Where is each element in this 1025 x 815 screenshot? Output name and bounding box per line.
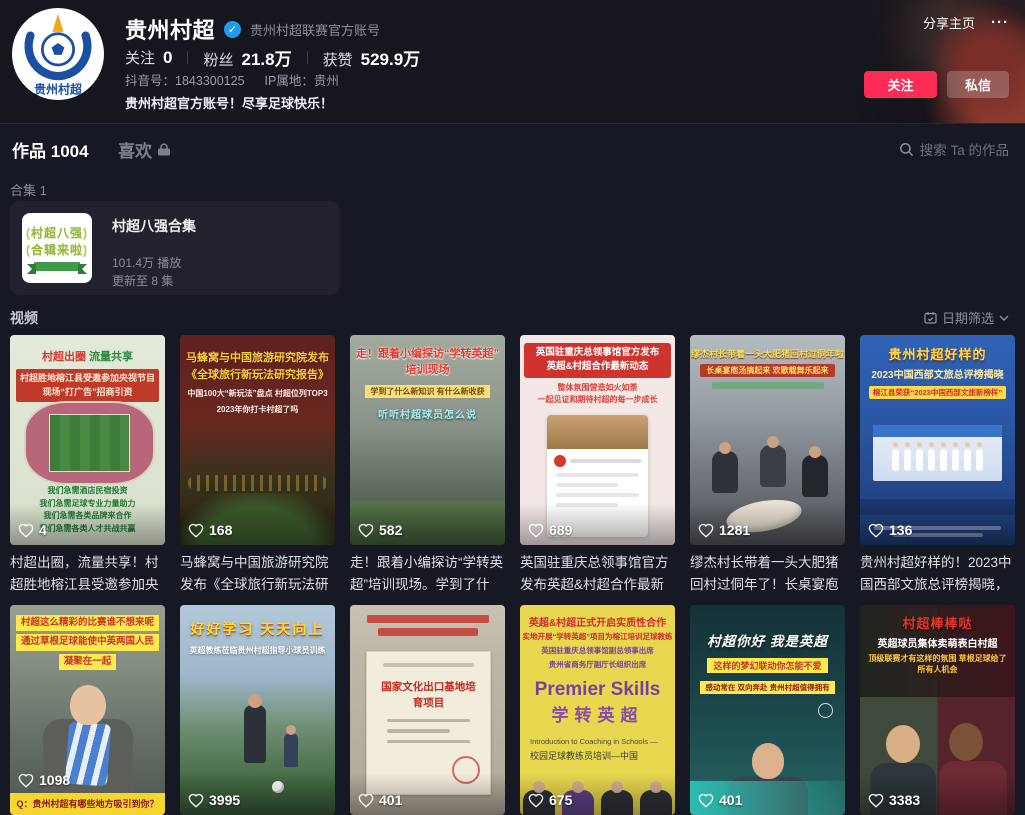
stats-row: 关注0 粉丝21.8万 获赞529.9万 — [125, 45, 420, 70]
video-thumbnail[interactable]: 贵州村超好样的 2023中国西部文旅总评榜揭晓 榕江县荣获“2023中国西部文旅… — [860, 335, 1015, 545]
heart-icon — [18, 523, 34, 538]
heart-icon — [528, 523, 544, 538]
search-icon — [899, 142, 914, 157]
video-card: 国家文化出口基地培育项目 401 — [350, 605, 505, 815]
avatar[interactable]: 贵州村超 — [12, 8, 104, 100]
video-card: 村超你好 我是英超 这样的梦幻联动你怎能不爱 感动常在 双向奔赴 贵州村超值得拥… — [690, 605, 845, 815]
like-count: 401 — [698, 792, 742, 808]
heart-icon — [868, 523, 884, 538]
tab-works[interactable]: 作品 1004 — [12, 137, 89, 162]
video-card: 村超这么精彩的比赛谁不想来呢 通过草根足球能使中英两国人民 凝聚在一起 Q：贵州… — [10, 605, 165, 815]
heart-icon — [698, 523, 714, 538]
stage-shape — [873, 425, 1002, 481]
like-count: 136 — [868, 522, 912, 538]
follow-button[interactable]: 关注 — [864, 71, 937, 98]
video-grid: 村超出圈 流量共享 村超胜地榕江县受邀参加央视节目现场“打广告”招商引资 我们急… — [10, 335, 1015, 815]
like-count: 4 — [18, 522, 47, 538]
video-thumbnail[interactable]: 走！跟着小编探访“学转英超”培训现场 学到了什么新知识 有什么新收获 听听村超球… — [350, 335, 505, 545]
date-filter[interactable]: 日期筛选 — [924, 308, 1009, 327]
collection-episodes: 更新至 8 集 — [112, 272, 173, 289]
video-card: 贵州村超好样的 2023中国西部文旅总评榜揭晓 榕江县荣获“2023中国西部文旅… — [860, 335, 1015, 596]
verified-label: 贵州村超联赛官方账号 — [250, 20, 380, 39]
like-count: 675 — [528, 792, 572, 808]
collection-thumbnail: (村超八强) (合辑来啦) — [22, 213, 92, 283]
video-thumbnail[interactable]: 国家文化出口基地培育项目 401 — [350, 605, 505, 815]
video-thumbnail[interactable]: 英国驻重庆总领事馆官方发布英超&村超合作最新动态 整体氛围营造如火如荼一起见证和… — [520, 335, 675, 545]
like-count: 1098 — [18, 772, 70, 788]
video-card: 马蜂窝与中国旅游研究院发布《全球旅行新玩法研究报告》 中国100大“新玩法”盘点… — [180, 335, 335, 596]
tab-likes[interactable]: 喜欢 — [118, 137, 170, 162]
more-options-button[interactable]: ··· — [991, 14, 1009, 31]
profile-meta: 抖音号：1843300125 IP属地：贵州 — [125, 70, 339, 89]
like-count: 3995 — [188, 792, 240, 808]
douyin-id: 抖音号：1843300125 — [125, 70, 245, 89]
heart-icon — [358, 793, 374, 808]
like-count: 3383 — [868, 792, 920, 808]
heart-icon — [528, 793, 544, 808]
heart-icon — [698, 793, 714, 808]
profile-page: 贵州村超 贵州村超 ✓ 贵州村超联赛官方账号 关注0 粉丝21.8万 获赞529… — [0, 0, 1025, 815]
search-works[interactable]: 搜索 Ta 的作品 — [899, 139, 1009, 159]
collection-title: 村超八强合集 — [112, 216, 196, 236]
heart-icon — [188, 523, 204, 538]
divider — [307, 51, 308, 64]
video-title[interactable]: 马蜂窝与中国旅游研究院发布《全球旅行新玩法研究报告… — [180, 552, 335, 596]
video-card: 英国驻重庆总领事馆官方发布英超&村超合作最新动态 整体氛围营造如火如荼一起见证和… — [520, 335, 675, 596]
thumbnail-art: 村超你好 我是英超 这样的梦幻联动你怎能不爱 感动常在 双向奔赴 贵州村超值得拥… — [690, 605, 845, 815]
header-divider — [0, 123, 1025, 124]
video-thumbnail[interactable]: 缪杰村长带着一头大肥猪回村过侗年啦 长桌宴庖汤搞起来 欢歌载舞乐起来 1281 — [690, 335, 845, 545]
video-title[interactable]: 村超出圈，流量共享！村超胜地榕江县受邀参加央视节目 … — [10, 552, 165, 596]
video-thumbnail[interactable]: 马蜂窝与中国旅游研究院发布《全球旅行新玩法研究报告》 中国100大“新玩法”盘点… — [180, 335, 335, 545]
video-title[interactable]: 英国驻重庆总领事馆官方发布英超&村超合作最新动态如… — [520, 552, 675, 596]
video-thumbnail[interactable]: 村超棒棒哒 英超球员集体卖萌表白村超 顶级联赛才有这样的氛围 草根足球给了所有人… — [860, 605, 1015, 815]
video-card: 英超&村超正式开启实质性合作 实地开展“学转英超”项目为榕江培训足球教练 英国驻… — [520, 605, 675, 815]
chevron-down-icon — [999, 315, 1009, 321]
verified-badge-icon: ✓ — [224, 21, 241, 38]
profile-bio: 贵州村超官方账号！尽享足球快乐！ — [125, 93, 333, 112]
coach-shape — [244, 705, 266, 763]
heart-icon — [18, 773, 34, 788]
like-count: 168 — [188, 522, 232, 538]
video-thumbnail[interactable]: 村超你好 我是英超 这样的梦幻联动你怎能不爱 感动常在 双向奔赴 贵州村超值得拥… — [690, 605, 845, 815]
collection-section-label: 合集 1 — [10, 180, 47, 199]
video-thumbnail[interactable]: 村超这么精彩的比赛谁不想来呢 通过草根足球能使中英两国人民 凝聚在一起 Q：贵州… — [10, 605, 165, 815]
svg-text:贵州村超: 贵州村超 — [34, 82, 83, 97]
video-card: 缪杰村长带着一头大肥猪回村过侗年啦 长桌宴庖汤搞起来 欢歌载舞乐起来 1281 … — [690, 335, 845, 596]
video-card: 村超棒棒哒 英超球员集体卖萌表白村超 顶级联赛才有这样的氛围 草根足球给了所有人… — [860, 605, 1015, 815]
collection-plays: 101.4万 播放 — [112, 254, 181, 271]
profile-name: 贵州村超 — [125, 13, 215, 45]
videos-section-label: 视频 — [10, 308, 38, 328]
like-count: 582 — [358, 522, 402, 538]
premier-league-logo-icon — [818, 703, 833, 718]
video-thumbnail[interactable]: 好好学习 天天向上 英超教练莅临贵州村超指导小球员训练 3995 — [180, 605, 335, 815]
heart-icon — [358, 523, 374, 538]
collection-card[interactable]: (村超八强) (合辑来啦) 村超八强合集 101.4万 播放 更新至 8 集 — [10, 201, 340, 295]
video-title[interactable]: 贵州村超好样的！2023中国西部文旅总评榜揭晓，榕江县… — [860, 552, 1015, 596]
stat-likes: 获赞529.9万 — [323, 45, 421, 70]
like-count: 1281 — [698, 522, 750, 538]
ribbon-decoration — [34, 262, 80, 271]
video-thumbnail[interactable]: 英超&村超正式开启实质性合作 实地开展“学转英超”项目为榕江培训足球教练 英国驻… — [520, 605, 675, 815]
profile-header: 贵州村超 贵州村超 ✓ 贵州村超联赛官方账号 关注0 粉丝21.8万 获赞529… — [0, 0, 1025, 123]
divider — [187, 51, 188, 64]
heart-icon — [188, 793, 204, 808]
like-count: 401 — [358, 792, 402, 808]
video-title[interactable]: 走！跟着小编探访“学转英超”培训现场。学到了什么… — [350, 552, 505, 596]
video-card: 村超出圈 流量共享 村超胜地榕江县受邀参加央视节目现场“打广告”招商引资 我们急… — [10, 335, 165, 596]
video-thumbnail[interactable]: 村超出圈 流量共享 村超胜地榕江县受邀参加央视节目现场“打广告”招商引资 我们急… — [10, 335, 165, 545]
share-profile-button[interactable]: 分享主页 — [923, 13, 975, 32]
stat-followers: 粉丝21.8万 — [203, 45, 291, 70]
club-logo-icon: 贵州村超 — [12, 8, 104, 100]
lock-icon — [158, 143, 170, 156]
heart-icon — [868, 793, 884, 808]
question-banner: Q：贵州村超有哪些地方吸引到你？ — [10, 793, 165, 815]
video-card: 好好学习 天天向上 英超教练莅临贵州村超指导小球员训练 3995 — [180, 605, 335, 815]
stat-following: 关注0 — [125, 47, 172, 68]
ip-location: IP属地：贵州 — [265, 70, 339, 89]
like-count: 689 — [528, 522, 572, 538]
video-title[interactable]: 缪杰村长带着一头大肥猪回村过侗年了！长桌宴庖汤搞起… — [690, 552, 845, 596]
message-button[interactable]: 私信 — [947, 71, 1009, 98]
video-card: 走！跟着小编探访“学转英超”培训现场 学到了什么新知识 有什么新收获 听听村超球… — [350, 335, 505, 596]
calendar-icon — [924, 311, 937, 324]
